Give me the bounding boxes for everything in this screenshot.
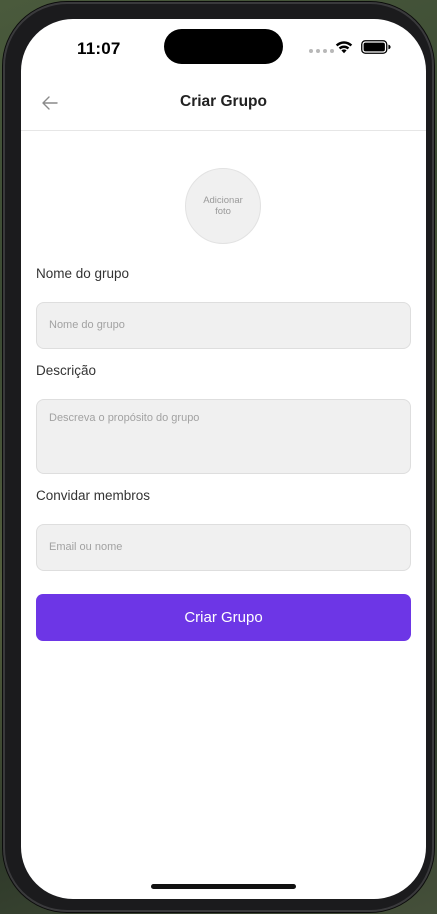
description-label: Descrição — [36, 363, 97, 378]
wifi-icon — [335, 41, 353, 54]
phone-frame: 11:07 Criar Grupo Adicionar foto Nome do… — [3, 2, 434, 912]
group-name-input[interactable]: Nome do grupo — [36, 302, 411, 349]
invite-members-input[interactable]: Email ou nome — [36, 524, 411, 571]
group-name-label: Nome do grupo — [36, 266, 130, 281]
home-indicator[interactable] — [151, 884, 296, 889]
page-title: Criar Grupo — [180, 93, 267, 110]
nav-header: Criar Grupo — [21, 83, 426, 131]
add-photo-button[interactable]: Adicionar foto — [185, 168, 261, 244]
app-screen: 11:07 Criar Grupo Adicionar foto Nome do… — [21, 19, 426, 899]
invite-members-placeholder: Email ou nome — [49, 541, 123, 553]
dynamic-island — [164, 29, 283, 64]
description-placeholder: Descreva o propósito do grupo — [49, 412, 200, 424]
invite-members-label: Convidar membros — [36, 488, 151, 503]
add-photo-label: Adicionar foto — [203, 194, 243, 218]
battery-icon — [361, 40, 391, 54]
description-textarea[interactable]: Descreva o propósito do grupo — [36, 399, 411, 474]
status-time: 11:07 — [77, 39, 121, 58]
cellular-signal-icon — [309, 49, 334, 53]
create-group-button[interactable]: Criar Grupo — [36, 594, 411, 641]
group-name-placeholder: Nome do grupo — [49, 319, 125, 331]
